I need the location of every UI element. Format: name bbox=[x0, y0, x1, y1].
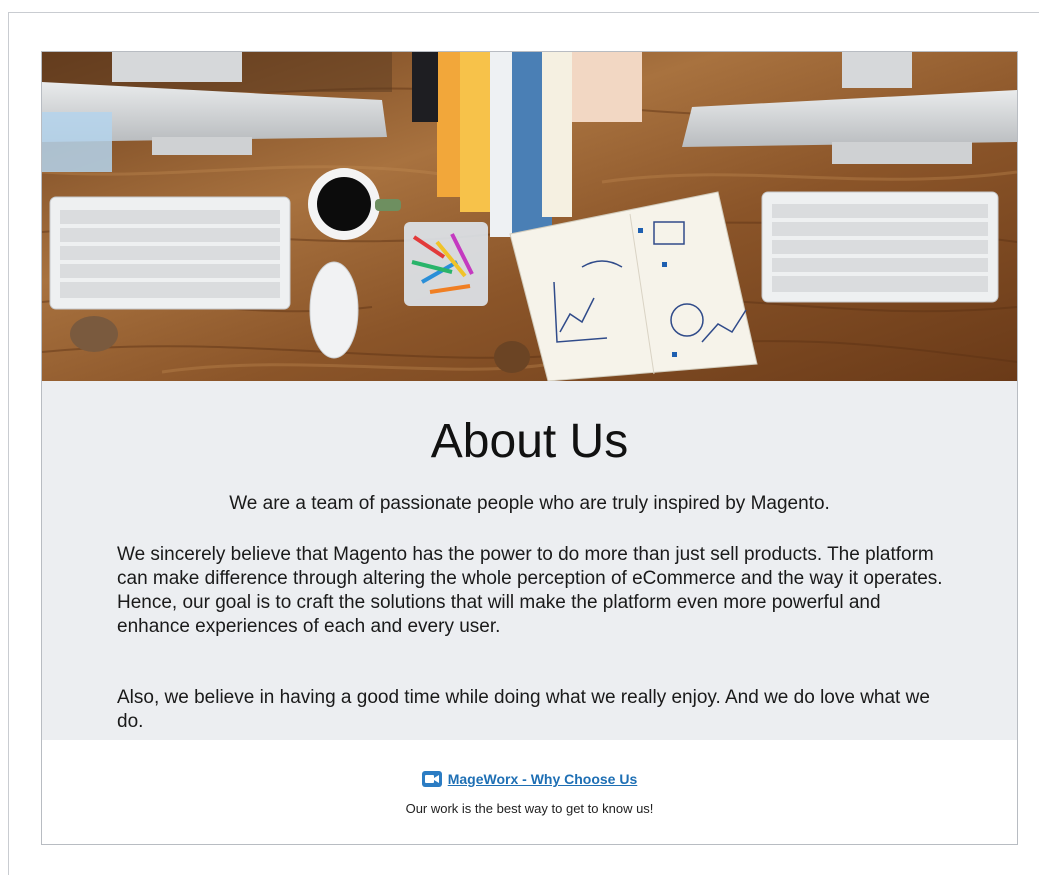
hero-image bbox=[42, 52, 1017, 381]
page-title: About Us bbox=[430, 415, 629, 468]
about-card: About Us We are a team of passionate peo… bbox=[41, 51, 1018, 845]
footer-tagline: Our work is the best way to get to know … bbox=[405, 801, 654, 816]
video-link-row: MageWorx - Why Choose Us bbox=[42, 770, 1017, 792]
card-footer: MageWorx - Why Choose Us Our work is the… bbox=[42, 740, 1017, 844]
about-paragraph: Also, we believe in having a good time w… bbox=[117, 687, 930, 732]
about-paragraph: We sincerely believe that Magento has th… bbox=[117, 544, 943, 637]
about-section: About Us We are a team of passionate peo… bbox=[42, 381, 1017, 740]
about-lead: We are a team of passionate people who a… bbox=[229, 493, 830, 514]
why-choose-us-link[interactable]: MageWorx - Why Choose Us bbox=[448, 771, 638, 787]
video-camera-icon bbox=[421, 770, 442, 787]
